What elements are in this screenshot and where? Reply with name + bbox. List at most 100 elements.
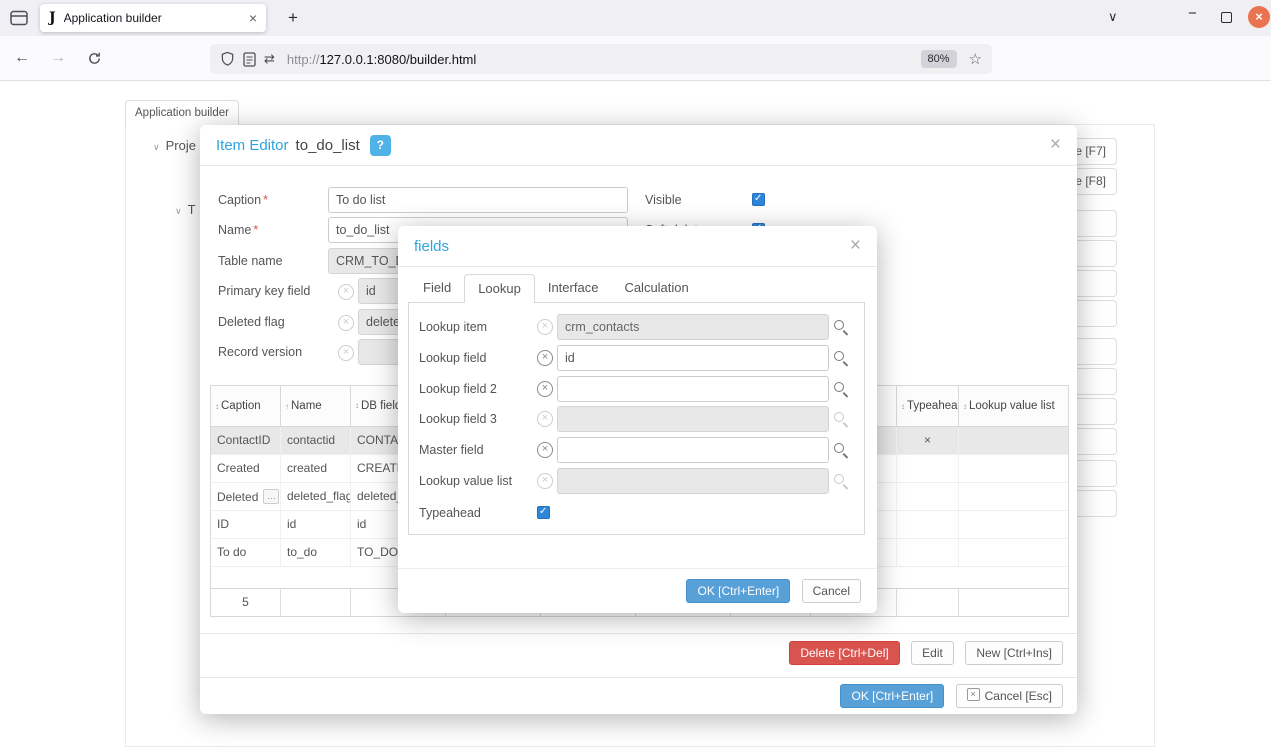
search-icon xyxy=(833,473,849,489)
clear-icon[interactable] xyxy=(537,442,553,458)
visible-label: Visible xyxy=(645,187,682,213)
primary-key-label: Primary key field xyxy=(218,278,310,304)
table-name-label: Table name xyxy=(218,248,283,274)
clear-icon xyxy=(537,411,553,427)
reload-icon[interactable] xyxy=(80,36,108,80)
master-field-input[interactable] xyxy=(557,437,829,463)
row-count: 5 xyxy=(211,589,281,616)
cell-name: deleted_flag xyxy=(281,483,351,510)
ok-button[interactable]: OK [Ctrl+Enter] xyxy=(840,684,944,708)
browser-tab[interactable]: J Application builder × xyxy=(40,4,266,32)
visible-checkbox[interactable] xyxy=(752,193,765,206)
clear-icon xyxy=(537,319,553,335)
lookup-field-3-input xyxy=(557,406,829,432)
sort-icon: ↕ xyxy=(215,402,219,411)
cell-typeahead xyxy=(897,511,959,538)
search-icon xyxy=(833,411,849,427)
tab-lookup[interactable]: Lookup xyxy=(464,274,535,303)
item-editor-header: Item Editor to_do_list ? × xyxy=(200,125,1077,166)
new-button[interactable]: New [Ctrl+Ins] xyxy=(965,641,1063,665)
sort-icon: ↕ xyxy=(901,402,905,411)
search-icon[interactable] xyxy=(833,350,849,366)
clear-icon[interactable] xyxy=(537,381,553,397)
tab-field[interactable]: Field xyxy=(410,274,464,303)
lookup-field-2-input[interactable] xyxy=(557,376,829,402)
search-icon[interactable] xyxy=(833,319,849,335)
column-header-lookup-value-list[interactable]: ↕Lookup value list xyxy=(959,386,1068,426)
cell-caption: ID xyxy=(211,511,281,538)
column-header-typeahead[interactable]: ↕Typeahead xyxy=(897,386,959,426)
ok-button[interactable]: OK [Ctrl+Enter] xyxy=(686,579,790,603)
cell-name: contactid xyxy=(281,427,351,454)
cell-typeahead xyxy=(897,483,959,510)
fields-dialog-header: fields × xyxy=(398,226,877,267)
caption-input[interactable] xyxy=(328,187,628,213)
tab-calculation[interactable]: Calculation xyxy=(611,274,701,303)
tab-favicon: J xyxy=(49,10,56,26)
shield-icon[interactable] xyxy=(220,51,235,67)
tree-item-task[interactable]: ∨T xyxy=(175,202,196,217)
tree-item-label: T xyxy=(188,202,196,217)
help-button[interactable]: ? xyxy=(370,135,391,156)
cell-lookup-value-list xyxy=(959,511,1068,538)
search-icon[interactable] xyxy=(833,442,849,458)
window-close-button[interactable]: × xyxy=(1248,6,1270,28)
row-more-button[interactable]: … xyxy=(263,489,279,504)
search-icon[interactable] xyxy=(833,381,849,397)
typeahead-label: Typeahead xyxy=(419,500,481,526)
zoom-badge[interactable]: 80% xyxy=(921,50,957,68)
forward-icon[interactable]: → xyxy=(44,36,72,80)
clear-icon[interactable] xyxy=(537,350,553,366)
dialog-title: fields xyxy=(414,238,449,255)
cell-caption: Deleted xyxy=(217,484,258,510)
tab-interface[interactable]: Interface xyxy=(535,274,612,303)
cell-name: created xyxy=(281,455,351,482)
browser-sidebar-icon[interactable] xyxy=(9,8,29,28)
clear-icon xyxy=(338,345,354,361)
back-icon[interactable]: ← xyxy=(8,36,36,80)
escape-icon xyxy=(967,688,980,701)
bookmark-star-icon[interactable]: ☆ xyxy=(969,50,982,68)
tree-item-label: Proje xyxy=(166,138,196,153)
window-minimize-button[interactable]: − xyxy=(1188,5,1197,22)
screen: J Application builder × + ∨ − × ← → ⇄ ht… xyxy=(0,0,1271,755)
column-header-caption[interactable]: ↕Caption xyxy=(211,386,281,426)
lookup-field-input[interactable] xyxy=(557,345,829,371)
record-version-label: Record version xyxy=(218,339,302,365)
edit-button[interactable]: Edit xyxy=(911,641,954,665)
lookup-value-list-input xyxy=(557,468,829,494)
new-tab-button[interactable]: + xyxy=(280,4,306,32)
lookup-field-2-label: Lookup field 2 xyxy=(419,376,497,402)
delete-button[interactable]: Delete [Ctrl+Del] xyxy=(789,641,899,665)
cell-typeahead xyxy=(897,539,959,566)
chevron-down-icon: ∨ xyxy=(175,206,182,216)
site-info-icon[interactable] xyxy=(243,52,256,67)
sort-icon: ↑ xyxy=(285,402,289,411)
cell-name: to_do xyxy=(281,539,351,566)
clear-icon xyxy=(338,315,354,331)
typeahead-checkbox[interactable] xyxy=(537,506,550,519)
lookup-tab-content: Lookup item Lookup field Lookup field 2 xyxy=(408,302,865,535)
url-text: http://127.0.0.1:8080/builder.html xyxy=(287,52,913,67)
lookup-value-list-label: Lookup value list xyxy=(419,468,512,494)
cell-name: id xyxy=(281,511,351,538)
close-icon[interactable]: × xyxy=(850,235,861,257)
sort-icon: ↕ xyxy=(355,400,359,412)
master-field-label: Master field xyxy=(419,437,484,463)
close-icon[interactable]: × xyxy=(1050,134,1061,156)
tab-close-icon[interactable]: × xyxy=(249,10,257,26)
tabs-dropdown-icon[interactable]: ∨ xyxy=(1108,9,1118,25)
required-mark: * xyxy=(263,193,268,207)
tree-item-projects[interactable]: ∨Proje xyxy=(153,138,196,153)
url-bar[interactable]: ⇄ http://127.0.0.1:8080/builder.html 80%… xyxy=(210,44,992,74)
dialog-title: Item Editor xyxy=(216,137,289,154)
fields-dialog-footer: OK [Ctrl+Enter] Cancel xyxy=(398,568,877,613)
page-tab-application-builder[interactable]: Application builder xyxy=(125,100,239,127)
permissions-icon[interactable]: ⇄ xyxy=(264,51,275,67)
window-maximize-button[interactable] xyxy=(1221,12,1232,23)
cell-lookup-value-list xyxy=(959,427,1068,454)
cell-caption: To do xyxy=(211,539,281,566)
cancel-button[interactable]: Cancel xyxy=(802,579,861,603)
column-header-name[interactable]: ↑Name xyxy=(281,386,351,426)
cancel-button[interactable]: Cancel [Esc] xyxy=(956,684,1063,708)
